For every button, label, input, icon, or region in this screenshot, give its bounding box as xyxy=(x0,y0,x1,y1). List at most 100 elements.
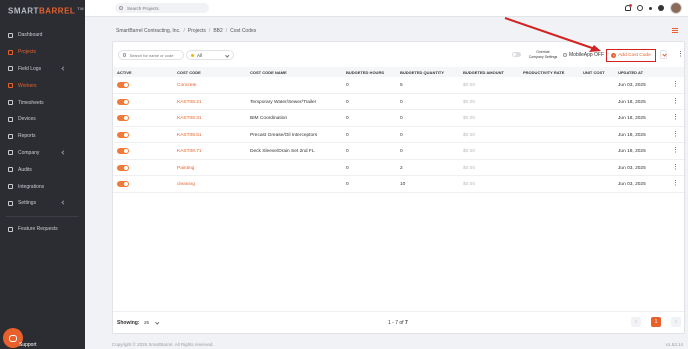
page-size-select[interactable]: 25 xyxy=(142,318,159,327)
sidebar-item-label: Timesheets xyxy=(18,99,44,106)
support-label[interactable]: Support xyxy=(19,342,37,348)
sidebar-item-company[interactable]: Company xyxy=(0,145,85,162)
active-toggle[interactable] xyxy=(117,164,129,171)
cost-code-link[interactable]: KAST08.51 xyxy=(177,133,202,138)
sidebar-item-label: Company xyxy=(18,149,40,156)
settings-gear-icon[interactable] xyxy=(658,5,664,11)
cost-code-name: Deck Sleeve/Drain Set 2nd FL xyxy=(250,149,315,154)
col-productivity-rate[interactable]: PRODUCTIVITY RATE xyxy=(523,70,564,75)
breadcrumb-projects[interactable]: Projects xyxy=(188,28,206,34)
row-actions-icon[interactable] xyxy=(672,130,679,140)
topbar xyxy=(85,0,688,17)
help-icon[interactable] xyxy=(637,5,643,11)
status-dot-icon[interactable] xyxy=(649,6,652,10)
cost-code-link[interactable]: KAST08.71 xyxy=(177,149,202,154)
row-actions-icon[interactable] xyxy=(672,163,679,173)
project-search[interactable] xyxy=(115,3,209,13)
bulb-icon xyxy=(8,226,13,232)
active-toggle[interactable] xyxy=(117,98,129,105)
more-options-icon[interactable] xyxy=(677,50,684,60)
col-active[interactable]: ACTIVE xyxy=(117,70,132,75)
budgeted-hours: 0 xyxy=(346,182,349,187)
budgeted-quantity: 0 xyxy=(400,116,403,121)
override-company-settings-toggle[interactable] xyxy=(512,52,521,57)
cost-code-link[interactable]: KAST08.21 xyxy=(177,100,202,105)
sidebar-item-field-logs[interactable]: Field Logs xyxy=(0,61,85,78)
row-actions-icon[interactable] xyxy=(672,113,679,123)
col-budgeted-quantity[interactable]: BUDGETED QUANTITY xyxy=(400,70,444,75)
next-page-button[interactable]: › xyxy=(671,317,681,327)
sidebar-item-feature-requests[interactable]: Feature Requests xyxy=(0,221,85,238)
active-toggle[interactable] xyxy=(117,148,129,154)
budgeted-hours: 0 xyxy=(346,149,349,154)
sidebar-item-integrations[interactable]: Integrations xyxy=(0,178,85,195)
sidebar-item-timesheets[interactable]: Timesheets xyxy=(0,94,85,111)
updated-at: Jun 18, 2025 xyxy=(618,99,646,105)
copyright: Copyright © 2025 SmartBarrel. All Rights… xyxy=(112,342,214,347)
breadcrumb: SmartBarrel Contracting, Inc. / Projects / B… xyxy=(116,28,256,34)
row-actions-icon[interactable] xyxy=(672,80,679,90)
breadcrumb-project[interactable]: BB2 xyxy=(213,28,222,34)
row-actions-icon[interactable] xyxy=(672,97,679,107)
logo[interactable]: SMARTBARREL TM xyxy=(8,6,84,16)
col-budgeted-hours[interactable]: BUDGETED HOURS xyxy=(346,70,384,75)
sidebar-item-settings[interactable]: Settings xyxy=(0,195,85,212)
sidebar-item-dashboard[interactable]: Dashboard xyxy=(0,27,85,44)
chart-icon xyxy=(8,133,13,139)
project-search-input[interactable] xyxy=(127,5,207,11)
chevron-left-icon xyxy=(61,200,66,205)
sidebar-item-projects[interactable]: Projects xyxy=(0,44,85,61)
sidebar-item-devices[interactable]: Devices xyxy=(0,111,85,128)
override-label-line2: Company Settings xyxy=(528,54,558,59)
col-updated-at[interactable]: UPDATED AT xyxy=(618,70,643,75)
sidebar-item-workers[interactable]: Workers xyxy=(0,77,85,94)
cost-code-search-input[interactable] xyxy=(129,52,183,58)
cost-code-link[interactable]: Concrete xyxy=(177,83,196,88)
col-cost-code-name[interactable]: COST CODE NAME xyxy=(250,70,287,75)
row-actions-icon[interactable] xyxy=(672,146,679,156)
gear-icon xyxy=(8,200,13,206)
col-cost-code[interactable]: COST CODE xyxy=(177,70,201,75)
avatar[interactable] xyxy=(670,2,682,14)
table-row: KAST08.51 Precast Grease/Oil Interceptor… xyxy=(113,127,684,143)
budgeted-amount: $0.00 xyxy=(463,165,476,171)
menu-icon[interactable] xyxy=(672,28,678,33)
sidebar-item-audits[interactable]: Audits xyxy=(0,161,85,178)
search-icon xyxy=(123,53,127,57)
active-toggle[interactable] xyxy=(117,115,129,121)
col-unit-cost[interactable]: UNIT COST xyxy=(583,70,605,75)
cost-code-link[interactable]: cleaning xyxy=(177,182,195,187)
breadcrumb-separator: / xyxy=(183,28,185,34)
updated-at: Jun 18, 2025 xyxy=(618,116,646,121)
notification-bell-icon[interactable] xyxy=(625,4,632,11)
col-budgeted-amount[interactable]: BUDGETED AMOUNT xyxy=(463,70,504,75)
sidebar-item-label: Field Logs xyxy=(18,65,42,72)
cost-code-link[interactable]: Painting xyxy=(177,166,194,171)
status-filter-select[interactable]: All xyxy=(186,50,234,60)
budgeted-hours: 0 xyxy=(346,99,349,105)
active-toggle[interactable] xyxy=(117,181,129,187)
chevron-down-icon xyxy=(154,320,159,325)
table-row: KAST08.21 Temporary Water/Sewer/Trailer … xyxy=(113,94,684,110)
row-actions-icon[interactable] xyxy=(672,179,679,189)
budgeted-amount: $0.00 xyxy=(463,116,476,121)
active-toggle[interactable] xyxy=(117,82,129,88)
cost-code-link[interactable]: KAST08.31 xyxy=(177,116,202,121)
budgeted-quantity: 10 xyxy=(400,182,406,187)
mobile-app-radio[interactable] xyxy=(563,53,567,57)
budgeted-quantity: 0 xyxy=(400,149,403,154)
add-cost-code-button[interactable]: + Add Cost Code xyxy=(606,49,656,62)
add-options-dropdown[interactable] xyxy=(660,50,667,59)
sidebar-item-label: Feature Requests xyxy=(18,226,58,233)
active-toggle[interactable] xyxy=(117,131,129,138)
budgeted-hours: 0 xyxy=(346,116,349,121)
sidebar-item-label: Integrations xyxy=(18,183,45,190)
cost-code-search[interactable] xyxy=(118,50,184,60)
prev-page-button[interactable]: ‹ xyxy=(631,317,641,327)
page-button-current[interactable]: 1 xyxy=(651,317,661,327)
table-row: cleaning 0 10 $0.00 Jun 03, 2025 xyxy=(113,176,684,193)
breadcrumb-company[interactable]: SmartBarrel Contracting, Inc. xyxy=(116,28,180,34)
sidebar-item-label: Projects xyxy=(18,49,37,56)
breadcrumb-separator: / xyxy=(208,28,211,34)
sidebar-item-reports[interactable]: Reports xyxy=(0,128,85,145)
